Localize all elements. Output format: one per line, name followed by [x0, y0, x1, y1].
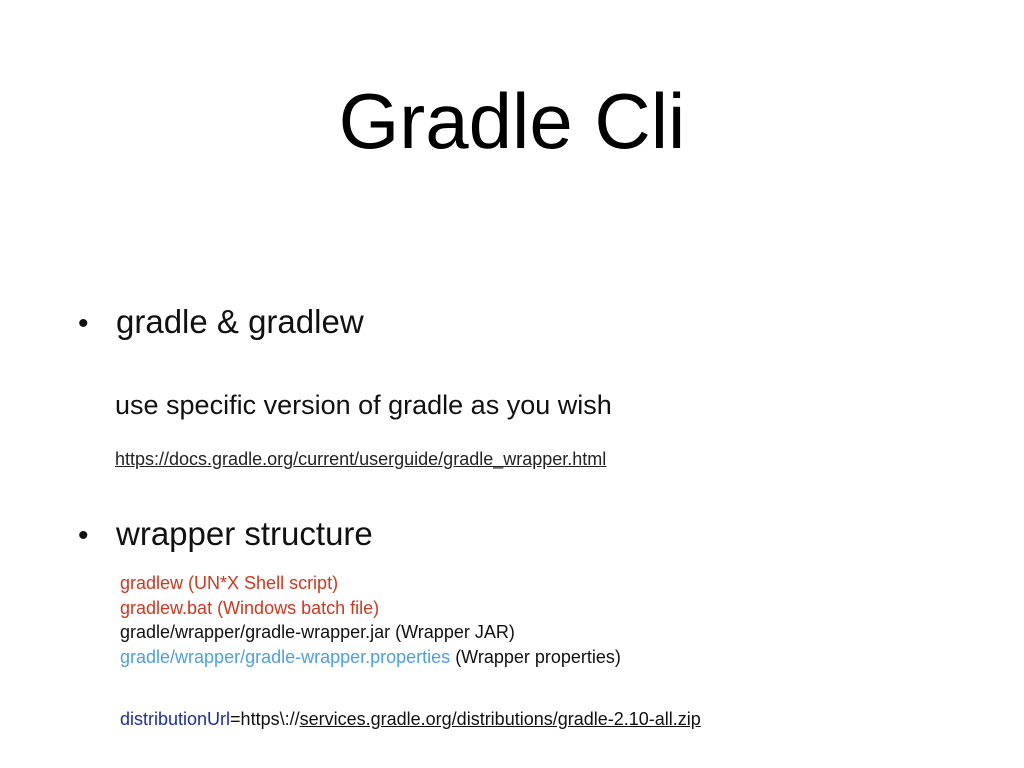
file-gradlew-bat: gradlew.bat (Windows batch file) [120, 597, 380, 618]
bullet-gradle-gradlew: • gradle & gradlew [78, 303, 364, 341]
bullet-dot: • [78, 519, 89, 552]
distribution-url-equals: =https\: [230, 709, 290, 729]
bullet-wrapper-structure: • wrapper structure [78, 515, 373, 553]
file-wrapper-jar: gradle/wrapper/gradle-wrapper.jar (Wrapp… [120, 622, 515, 642]
file-wrapper-properties: gradle/wrapper/gradle-wrapper.properties… [120, 645, 621, 670]
bullet-label: wrapper structure [116, 515, 373, 552]
file-gradlew: gradlew (UN*X Shell script) [120, 573, 339, 593]
distribution-url-key: distributionUrl [120, 709, 231, 729]
bullet-description: use specific version of gradle as you wi… [115, 390, 612, 420]
file-wrapper-properties-suffix: (Wrapper properties) [450, 646, 621, 667]
distribution-url-link[interactable]: services.gradle.org/distributions/gradle… [300, 709, 701, 729]
distribution-url-line: distributionUrl=https\://services.gradle… [120, 709, 701, 730]
slide: Gradle Cli • gradle & gradlew use specif… [0, 0, 1024, 768]
wrapper-file-list: gradlew (UN*X Shell script) gradlew.bat … [120, 571, 621, 669]
file-wrapper-properties-path: gradle/wrapper/gradle-wrapper.properties [120, 646, 451, 667]
slide-title: Gradle Cli [338, 77, 686, 165]
bullet-label: gradle & gradlew [116, 303, 364, 340]
distribution-url-slashes: // [289, 709, 300, 729]
gradle-wrapper-docs-link[interactable]: https://docs.gradle.org/current/userguid… [115, 449, 606, 470]
bullet-dot: • [78, 307, 89, 340]
